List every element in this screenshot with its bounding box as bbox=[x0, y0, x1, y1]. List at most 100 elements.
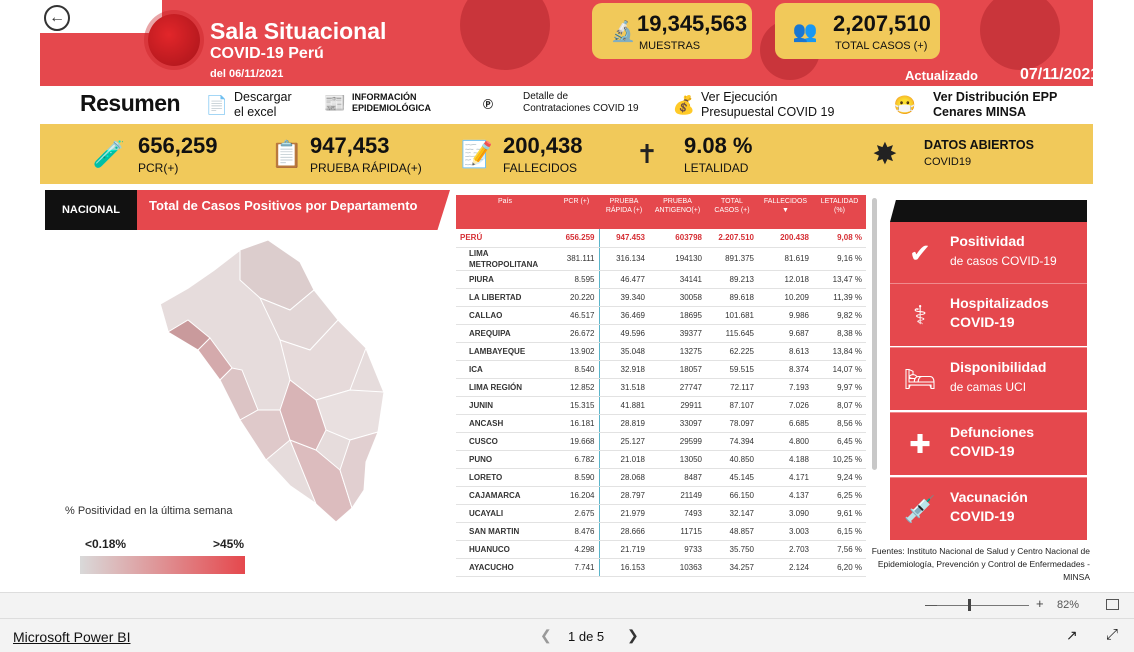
power-bi-link[interactable]: Microsoft Power BI bbox=[13, 629, 130, 645]
legend-gradient bbox=[80, 556, 245, 574]
table-cell: 6,45 % bbox=[813, 432, 866, 451]
table-row[interactable]: LAMBAYEQUE 13.902 35.048 13275 62.225 8.613 13… bbox=[456, 342, 866, 361]
col-total-casos[interactable]: TOTAL CASOS (+) bbox=[706, 195, 758, 229]
distribucion-epp-link[interactable]: 😷 Ver Distribución EPP Cenares MINSA bbox=[882, 90, 1058, 120]
compras-line-2: Contrataciones COVID 19 bbox=[523, 103, 639, 114]
kpi-band: 🧪 656,259 PCR(+) 📋 947,453 PRUEBA RÁPIDA… bbox=[40, 124, 1093, 184]
hand-money-icon: 💰 bbox=[672, 94, 696, 115]
presup-line-1: Ver Ejecución bbox=[701, 90, 778, 104]
col-pais[interactable]: País bbox=[456, 195, 554, 229]
table-cell: 10,25 % bbox=[813, 450, 866, 469]
table-cell: 3.003 bbox=[758, 522, 813, 541]
table-row[interactable]: ICA 8.540 32.918 18057 59.515 8.374 14,07 % bbox=[456, 360, 866, 379]
nacional-tag[interactable]: NACIONAL bbox=[45, 190, 137, 230]
table-cell: UCAYALI bbox=[456, 504, 554, 523]
col-prueba-antigeno[interactable]: PRUEBA ANTIGENO(+) bbox=[649, 195, 706, 229]
back-button[interactable]: ← bbox=[44, 5, 70, 31]
table-cell: 13.902 bbox=[554, 342, 600, 361]
fit-to-page-icon[interactable] bbox=[1106, 599, 1119, 610]
table-cell: 28.666 bbox=[599, 522, 649, 541]
table-cell: 200.438 bbox=[758, 229, 813, 248]
table-row[interactable]: LIMA METROPOLITANA 381.111 316.134 194130 89… bbox=[456, 247, 866, 271]
table-row[interactable]: LA LIBERTAD 20.220 39.340 30058 89.618 10.209… bbox=[456, 288, 866, 307]
contrataciones-link[interactable]: Ⓟ Detalle de Contrataciones COVID 19 bbox=[458, 90, 639, 116]
vacunacion-button[interactable]: 💉 Vacunación COVID-19 bbox=[890, 477, 1087, 540]
col-pcr[interactable]: PCR (+) bbox=[554, 195, 599, 229]
fullscreen-icon[interactable]: ⤢ bbox=[1106, 626, 1118, 643]
datos-abiertos-label[interactable]: DATOS ABIERTOS bbox=[924, 138, 1034, 152]
share-icon[interactable]: ↗ bbox=[1066, 627, 1078, 644]
table-cell: 7,56 % bbox=[813, 540, 866, 559]
table-row[interactable]: ANCASH 16.181 28.819 33097 78.097 6.685 8,56 % bbox=[456, 414, 866, 433]
defunciones-title: Defunciones bbox=[950, 424, 1035, 440]
table-row[interactable]: CUSCO 19.668 25.127 29599 74.394 4.800 6,45 % bbox=[456, 432, 866, 451]
table-cell: 6,20 % bbox=[813, 558, 866, 577]
info-epidemiologica-link[interactable]: 📰 INFORMACIÓN EPIDEMIOLÓGICA bbox=[323, 90, 431, 116]
ejecucion-presupuestal-link[interactable]: 💰 Ver Ejecución Presupuestal COVID 19 bbox=[672, 90, 835, 120]
table-cell: 656.259 bbox=[554, 229, 600, 248]
muestras-value: 19,345,563 bbox=[637, 11, 748, 36]
hospitalizados-button[interactable]: ⚕ Hospitalizados COVID-19 bbox=[890, 283, 1087, 346]
table-row[interactable]: PUNO 6.782 21.018 13050 40.850 4.188 10,25 % bbox=[456, 450, 866, 469]
table-cell: 39.340 bbox=[599, 288, 649, 307]
table-cell: 7.741 bbox=[554, 558, 600, 577]
zoom-level: 82% bbox=[1057, 599, 1080, 611]
table-row[interactable]: LORETO 8.590 28.068 8487 45.145 4.171 9,24 % bbox=[456, 468, 866, 487]
table-cell: 39377 bbox=[649, 324, 706, 343]
zoom-slider-track[interactable] bbox=[937, 605, 1029, 606]
table-cell: 101.681 bbox=[706, 306, 758, 325]
download-excel-link[interactable]: 📄 Descargar el excel bbox=[205, 90, 292, 120]
table-row-total[interactable]: PERÚ 656.259 947.453 603798 2.207.510 200.438… bbox=[456, 229, 866, 248]
disponibilidad-button[interactable]: 🛏 Disponibilidad de camas UCI bbox=[890, 347, 1087, 410]
positividad-button[interactable]: ✔ Positividad de casos COVID-19 bbox=[890, 222, 1087, 285]
positividad-sub: de casos COVID-19 bbox=[950, 254, 1057, 268]
table-row[interactable]: CAJAMARCA 16.204 28.797 21149 66.150 4.137 6,2… bbox=[456, 486, 866, 505]
table-cell: 40.850 bbox=[706, 450, 758, 469]
table-row[interactable]: CALLAO 46.517 36.469 18695 101.681 9.986 9,82 … bbox=[456, 306, 866, 325]
table-scrollbar[interactable] bbox=[872, 198, 877, 470]
table-cell: 12.852 bbox=[554, 378, 600, 397]
zoom-slider-thumb[interactable] bbox=[968, 599, 971, 611]
col-letalidad[interactable]: LETALIDAD (%) bbox=[813, 195, 866, 229]
stethoscope-icon: ⚕ bbox=[912, 299, 928, 330]
table-cell: PIURA bbox=[456, 270, 554, 289]
table-row[interactable]: SAN MARTIN 8.476 28.666 11715 48.857 3.003 6,1… bbox=[456, 522, 866, 541]
epp-line-1: Ver Distribución EPP bbox=[933, 90, 1058, 104]
disponibilidad-sub: de camas UCI bbox=[950, 380, 1027, 394]
col-prueba-rapida[interactable]: PRUEBA RÁPIDA (+) bbox=[599, 195, 649, 229]
peru-map[interactable] bbox=[140, 240, 400, 530]
excel-line-2: el excel bbox=[234, 105, 277, 119]
col-fallecidos[interactable]: FALLECIDOS ▼ bbox=[758, 195, 813, 229]
table-row[interactable]: PIURA 8.595 46.477 34141 89.213 12.018 13,47 % bbox=[456, 270, 866, 289]
excel-icon: 📄 bbox=[205, 94, 229, 115]
table-cell: 6,25 % bbox=[813, 486, 866, 505]
zoom-in-button[interactable]: + bbox=[1036, 596, 1044, 611]
microscope-icon: 🔬 bbox=[610, 20, 636, 43]
previous-page-icon[interactable]: ❮ bbox=[540, 627, 552, 644]
table-row[interactable]: LIMA REGIÓN 12.852 31.518 27747 72.117 7.193 9… bbox=[456, 378, 866, 397]
syringe-icon: 💉 bbox=[903, 493, 937, 524]
table-row[interactable]: JUNIN 15.315 41.881 29911 87.107 7.026 8,07 % bbox=[456, 396, 866, 415]
table-cell: 9.687 bbox=[758, 324, 813, 343]
table-cell: 3.090 bbox=[758, 504, 813, 523]
zoom-bar: — + 82% bbox=[0, 592, 1134, 618]
total-casos-label: TOTAL CASOS (+) bbox=[835, 40, 928, 52]
open-data-icon[interactable]: ✸ bbox=[866, 132, 904, 176]
next-page-icon[interactable]: ❯ bbox=[627, 627, 639, 644]
table-row[interactable]: UCAYALI 2.675 21.979 7493 32.147 3.090 9,61 % bbox=[456, 504, 866, 523]
cases-table[interactable]: País PCR (+) PRUEBA RÁPIDA (+) PRUEBA AN… bbox=[456, 195, 866, 585]
defunciones-button[interactable]: ✚ Defunciones COVID-19 bbox=[890, 412, 1087, 475]
table-cell: 9733 bbox=[649, 540, 706, 559]
table-cell: CAJAMARCA bbox=[456, 486, 554, 505]
table-cell: 4.298 bbox=[554, 540, 600, 559]
table-row[interactable]: AREQUIPA 26.672 49.596 39377 115.645 9.687 8,3… bbox=[456, 324, 866, 343]
table-row[interactable]: AYACUCHO 7.741 16.153 10363 34.257 2.124 6,20 … bbox=[456, 558, 866, 577]
table-cell: 21.719 bbox=[599, 540, 649, 559]
page-subtitle: COVID-19 Perú bbox=[210, 45, 324, 62]
table-cell: 21.979 bbox=[599, 504, 649, 523]
table-cell: 46.477 bbox=[599, 270, 649, 289]
table-row[interactable]: HUANUCO 4.298 21.719 9733 35.750 2.703 7,56 % bbox=[456, 540, 866, 559]
table-cell: 4.800 bbox=[758, 432, 813, 451]
table-cell: 66.150 bbox=[706, 486, 758, 505]
table-cell: 41.881 bbox=[599, 396, 649, 415]
